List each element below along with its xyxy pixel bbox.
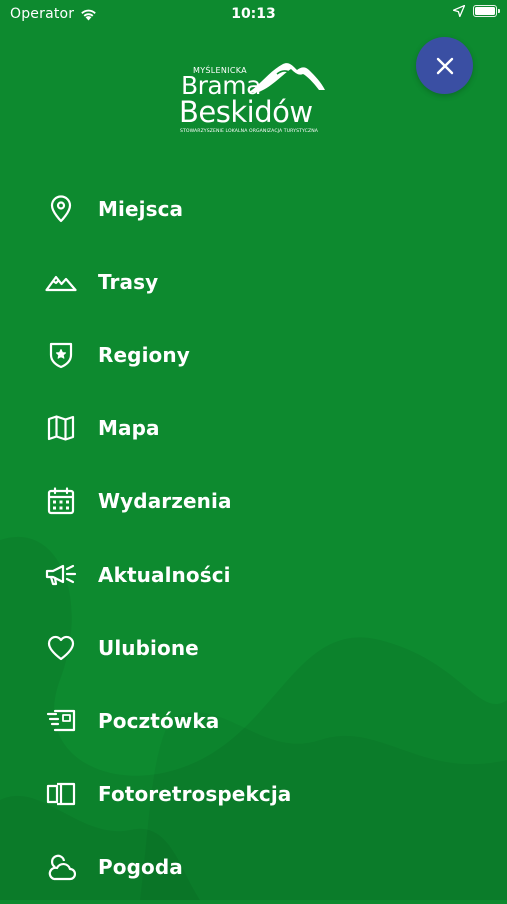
menu-item-mapa[interactable]: Mapa [0, 392, 507, 465]
menu-item-pogoda[interactable]: Pogoda [0, 831, 507, 904]
battery-nub [498, 9, 500, 13]
menu-item-fotoretrospekcja[interactable]: Fotoretrospekcja [0, 758, 507, 831]
weather-cloud-icon [45, 851, 77, 883]
status-right-group [453, 5, 500, 17]
battery-level-fill [475, 7, 495, 15]
menu-label-fotoretrospekcja: Fotoretrospekcja [98, 782, 292, 807]
logo-line-2: Beskidów [179, 95, 313, 129]
postcard-icon [45, 705, 77, 737]
close-button[interactable] [416, 37, 473, 94]
close-icon [436, 57, 453, 74]
map-pin-icon [45, 193, 77, 225]
calendar-icon [45, 485, 77, 517]
map-icon [45, 412, 77, 444]
brand-logo: MYŚLENICKA Brama Beskidów STOWARZYSZENIE… [175, 58, 335, 140]
menu-label-trasy: Trasy [98, 269, 159, 294]
location-arrow-icon [453, 5, 465, 17]
menu-label-miejsca: Miejsca [98, 196, 184, 221]
status-time: 10:13 [231, 6, 276, 22]
megaphone-icon [45, 559, 77, 591]
menu-label-mapa: Mapa [98, 416, 160, 441]
menu-item-miejsca[interactable]: Miejsca [0, 172, 507, 245]
photo-compare-icon [45, 778, 77, 810]
logo-subtitle: STOWARZYSZENIE LOKALNA ORGANIZACJA TURYS… [180, 129, 318, 134]
menu-label-wydarzenia: Wydarzenia [98, 489, 232, 514]
menu-label-pogoda: Pogoda [98, 855, 183, 880]
menu-label-aktualnosci: Aktualności [98, 562, 231, 587]
battery-icon [473, 5, 500, 17]
menu-label-ulubione: Ulubione [98, 635, 199, 660]
menu-label-regiony: Regiony [98, 342, 190, 367]
heart-icon [45, 632, 77, 664]
menu-item-regiony[interactable]: Regiony [0, 318, 507, 391]
mountain-icon [45, 266, 77, 298]
menu-label-pocztowka: Pocztówka [98, 708, 220, 733]
menu-item-aktualnosci[interactable]: Aktualności [0, 538, 507, 611]
side-menu: Miejsca Trasy Regiony Mapa Wydarzenia Ak… [0, 172, 507, 904]
menu-item-trasy[interactable]: Trasy [0, 245, 507, 318]
menu-item-ulubione[interactable]: Ulubione [0, 611, 507, 684]
menu-item-wydarzenia[interactable]: Wydarzenia [0, 465, 507, 538]
shield-star-icon [45, 339, 77, 371]
menu-item-pocztowka[interactable]: Pocztówka [0, 684, 507, 757]
status-bar: Operator 10:13 [0, 0, 507, 30]
